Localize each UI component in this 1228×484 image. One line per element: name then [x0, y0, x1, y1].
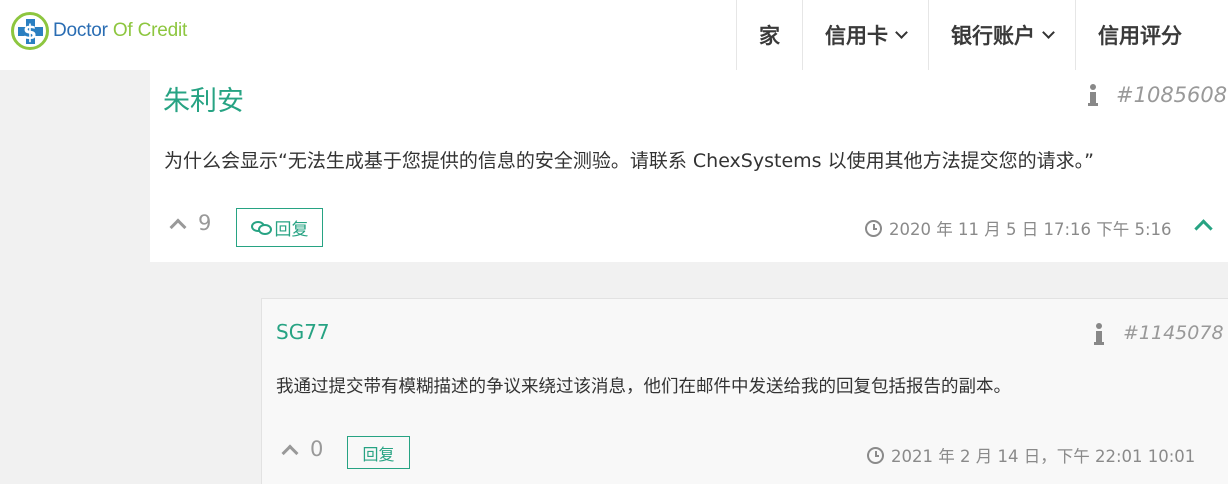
chevron-down-icon — [1042, 25, 1055, 39]
comment-timestamp[interactable]: 2020 年 11 月 5 日 17:16 下午 5:16 — [865, 216, 1172, 240]
comment-text: 为什么会显示“无法生成基于您提供的信息的安全测验。请联系 ChexSystems… — [164, 150, 1094, 172]
vote-count: 9 — [198, 211, 212, 235]
nav-item-label: 信用卡 — [825, 24, 888, 48]
comment-author[interactable]: 朱利安 — [163, 79, 244, 118]
info-icon[interactable] — [1094, 323, 1104, 345]
reply-button[interactable]: 回复 — [347, 436, 410, 469]
timestamp-text: 2021 年 2 月 14 日，下午 22:01 10:01 — [891, 447, 1196, 466]
timestamp-text: 2020 年 11 月 5 日 17:16 下午 5:16 — [889, 220, 1172, 239]
nav-item-bank-accounts[interactable]: 银行账户 — [928, 0, 1075, 70]
clock-icon — [865, 219, 882, 237]
chevron-down-icon — [895, 25, 908, 39]
vote-count: 0 — [310, 437, 324, 461]
comment-timestamp[interactable]: 2021 年 2 月 14 日，下午 22:01 10:01 — [867, 443, 1195, 467]
reply-label: 回复 — [274, 220, 309, 240]
logo-badge-icon: $ — [11, 12, 49, 50]
nav-item-label: 银行账户 — [951, 24, 1035, 48]
reply-button[interactable]: 回复 — [236, 208, 323, 247]
nav-item-home[interactable]: 家 — [736, 0, 802, 70]
nav-item-label: 家 — [759, 24, 780, 48]
nav-item-credit-cards[interactable]: 信用卡 — [802, 0, 928, 70]
clock-icon — [867, 446, 884, 464]
main-nav: 家 信用卡 银行账户 信用评分 — [736, 0, 1204, 70]
comment-permalink[interactable]: #1085608 — [1116, 83, 1227, 107]
comment: 朱利安 #1085608 为什么会显示“无法生成基于您提供的信息的安全测验。请联… — [150, 70, 1228, 262]
nav-item-credit-scores[interactable]: 信用评分 — [1075, 0, 1204, 70]
info-icon[interactable] — [1088, 84, 1098, 106]
comment-permalink[interactable]: #1145078 — [1123, 322, 1224, 344]
reply-label: 回复 — [362, 444, 395, 464]
comment-author[interactable]: SG77 — [276, 320, 330, 344]
collapse-chevron-up-icon[interactable] — [1194, 219, 1213, 238]
vote-control: 9 — [169, 211, 212, 235]
comment-reply: SG77 #1145078 我通过提交带有模糊描述的争议来绕过该消息，他们在邮件… — [261, 298, 1228, 484]
site-header: $ Doctor Of Credit 家 信用卡 银行账户 信用评分 — [0, 0, 1228, 70]
vote-control: 0 — [281, 437, 324, 461]
chat-bubbles-icon — [250, 220, 273, 236]
comment-text: 我通过提交带有模糊描述的争议来绕过该消息，他们在邮件中发送给我的回复包括报告的副… — [276, 377, 1011, 397]
chevron-up-icon[interactable] — [281, 444, 299, 461]
logo-text: Doctor Of Credit — [53, 20, 188, 41]
site-logo[interactable]: $ Doctor Of Credit — [11, 12, 187, 50]
chevron-up-icon[interactable] — [169, 218, 187, 235]
nav-item-label: 信用评分 — [1098, 24, 1182, 48]
